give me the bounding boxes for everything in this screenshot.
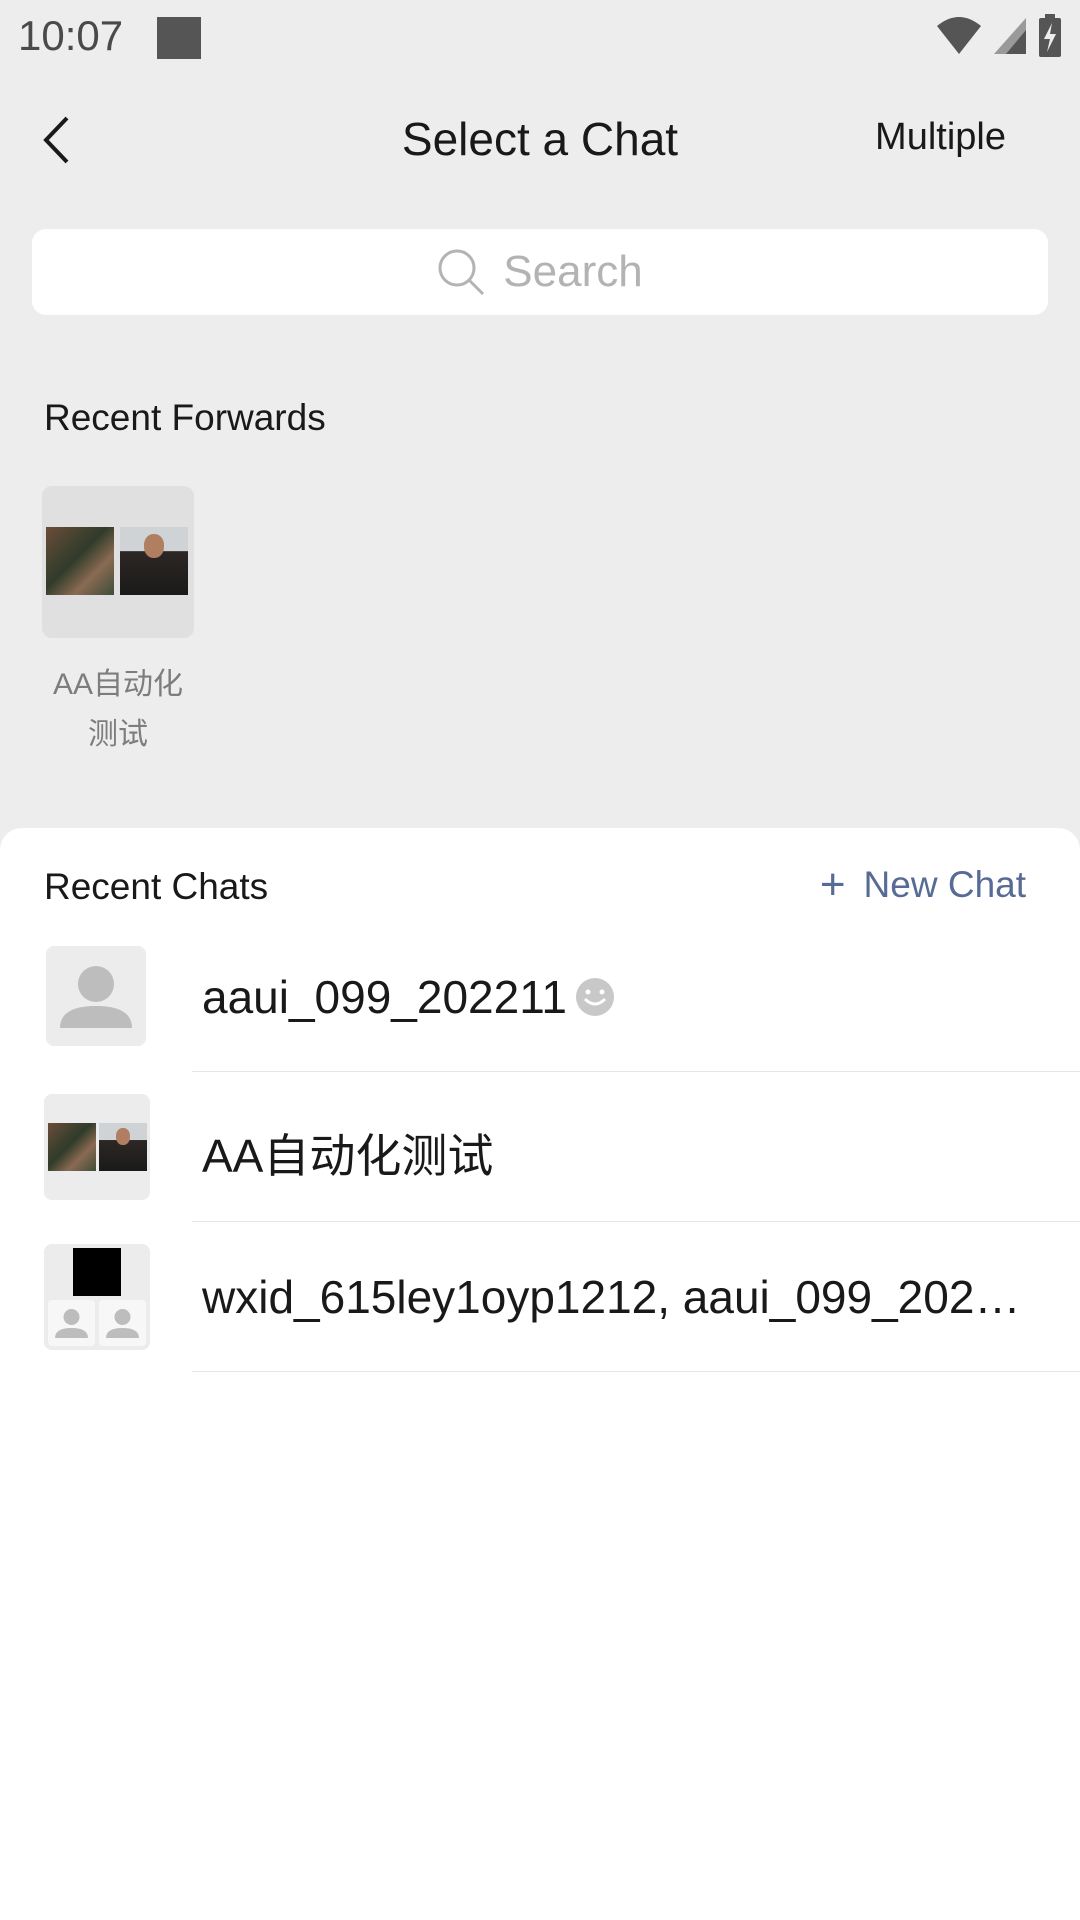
notification-icon — [157, 17, 201, 59]
search-placeholder: Search — [503, 247, 643, 296]
person-silhouette-icon — [60, 966, 132, 1028]
default-avatar — [46, 946, 146, 1046]
cell-signal-icon — [994, 18, 1026, 54]
status-icons — [936, 14, 1062, 58]
plus-icon: + — [819, 860, 846, 909]
chat-row[interactable]: AA自动化测试 — [0, 1072, 1080, 1222]
member-photo — [120, 527, 188, 595]
member-avatar — [99, 1300, 146, 1346]
chat-name-text: aaui_099_202211 — [202, 971, 567, 1023]
chat-row[interactable]: aaui_099_202211 — [0, 922, 1080, 1072]
new-chat-label: New Chat — [863, 864, 1026, 905]
search-input[interactable]: Search — [32, 229, 1048, 315]
person-silhouette-icon — [106, 1309, 139, 1338]
member-photo — [73, 1248, 121, 1296]
status-bar: 10:07 — [0, 0, 1080, 72]
chat-name: aaui_099_202211 — [202, 970, 615, 1024]
recent-forward-label-line: 测试 — [88, 718, 148, 751]
recent-forward-label-line: AA自动化 — [52, 668, 184, 701]
search-icon — [438, 249, 485, 296]
smiley-emoji-icon — [575, 978, 614, 1016]
member-photo — [48, 1123, 96, 1171]
member-avatar — [48, 1300, 95, 1346]
title-bar: Select a Chat Multiple — [0, 72, 1080, 206]
recent-chats-title: Recent Chats — [44, 866, 269, 907]
multiple-button[interactable]: Multiple — [875, 116, 1006, 159]
person-silhouette-icon — [55, 1309, 88, 1338]
recent-forward-item[interactable]: AA自动化 测试 — [34, 486, 202, 760]
group-avatar — [44, 1094, 150, 1200]
recent-forwards-title: Recent Forwards — [44, 397, 326, 438]
wifi-icon — [937, 17, 981, 54]
recent-chats-panel: Recent Chats + New Chat aaui_099_202211 … — [0, 828, 1080, 1920]
group-avatar — [44, 1244, 150, 1350]
chat-name: AA自动化测试 — [202, 1130, 494, 1182]
status-time: 10:07 — [18, 12, 124, 59]
member-photo — [99, 1123, 147, 1171]
battery-charging-icon — [1039, 14, 1061, 57]
recent-forward-label: AA自动化 测试 — [34, 660, 202, 760]
new-chat-button[interactable]: + New Chat — [819, 860, 1026, 909]
divider — [192, 1371, 1080, 1372]
chat-row[interactable]: wxid_615ley1oyp1212, aaui_099_2022… — [0, 1222, 1080, 1372]
member-photo — [46, 527, 114, 595]
group-avatar — [42, 486, 194, 638]
chat-name: wxid_615ley1oyp1212, aaui_099_2022… — [202, 1271, 1042, 1323]
